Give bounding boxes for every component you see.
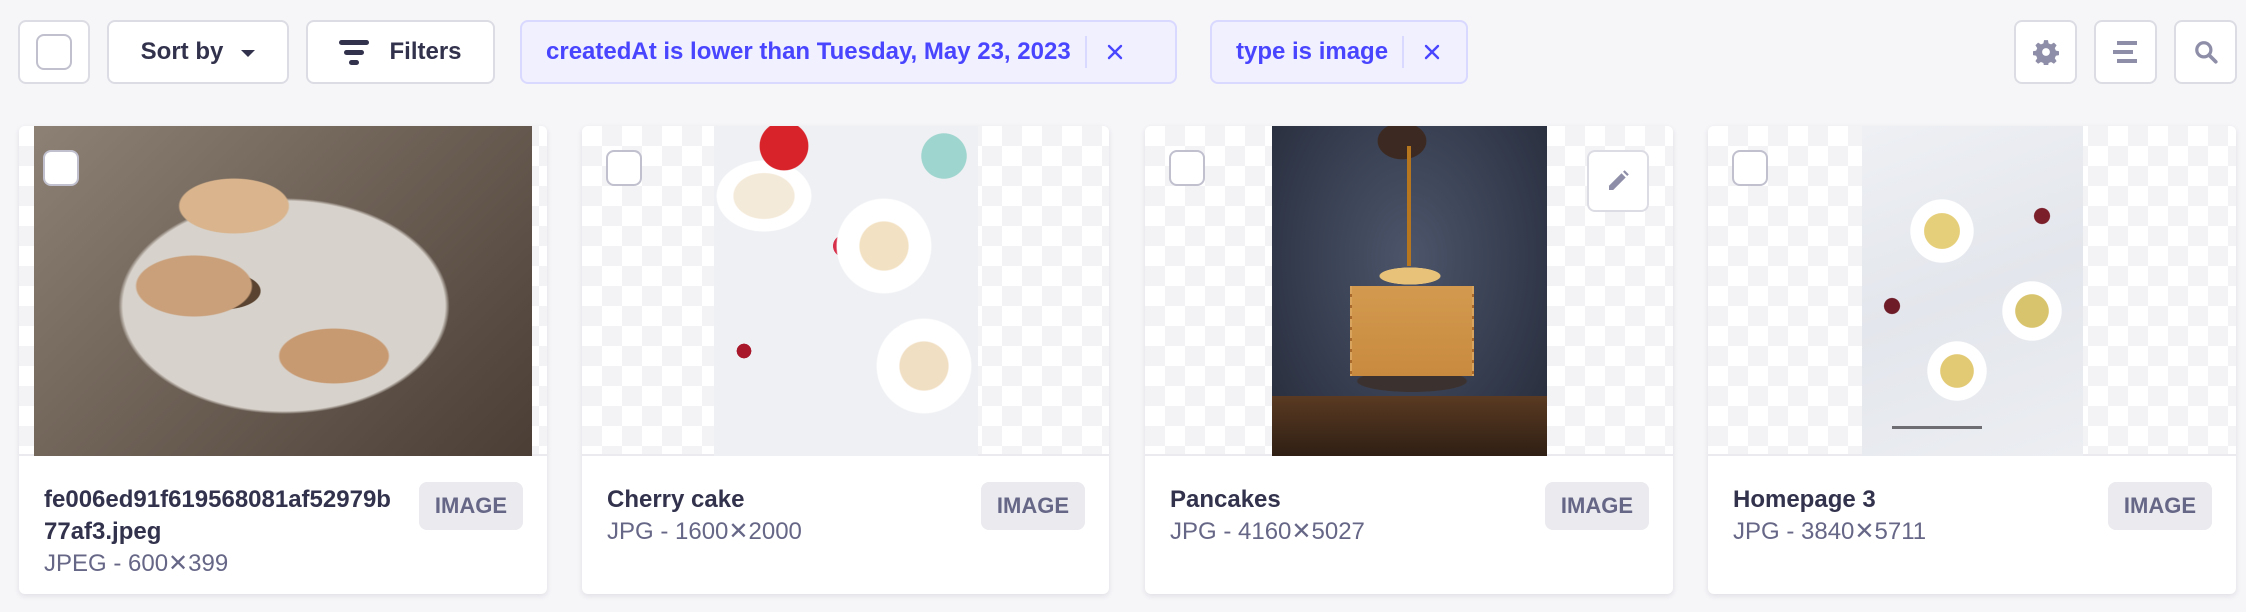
thumbnail-image — [34, 126, 532, 456]
thumbnail-image — [1272, 126, 1547, 456]
asset-checkbox[interactable] — [43, 150, 79, 186]
close-icon — [1107, 44, 1122, 60]
asset-type-badge: IMAGE — [1544, 482, 1649, 530]
filters-button[interactable]: Filters — [306, 20, 495, 84]
pencil-icon — [1609, 170, 1629, 190]
asset-checkbox[interactable] — [1732, 150, 1768, 186]
search-icon — [2194, 41, 2218, 64]
asset-name: fe006ed91f619568081af52979b77af3.jpeg JP… — [44, 484, 404, 580]
select-all-checkbox[interactable] — [36, 34, 72, 70]
asset-type-badge: IMAGE — [980, 482, 1085, 530]
filter-chip-label: createdAt is lower than Tuesday, May 23,… — [546, 38, 1071, 65]
thumbnail-image — [1862, 126, 2083, 456]
asset-info: JPG - 4160✕5027 — [1170, 518, 1365, 545]
filter-chip-label: type is image — [1236, 38, 1389, 65]
asset-info: JPG - 3840✕5711 — [1733, 518, 1927, 545]
asset-type-badge: IMAGE — [418, 482, 523, 530]
search-button[interactable] — [2174, 20, 2237, 84]
remove-filter-button[interactable] — [1087, 44, 1143, 60]
select-all-button[interactable] — [18, 20, 90, 84]
gear-icon — [2032, 40, 2059, 65]
asset-type-badge: IMAGE — [2107, 482, 2212, 530]
asset-meta: fe006ed91f619568081af52979b77af3.jpeg JP… — [19, 456, 547, 594]
filter-icon — [339, 39, 370, 65]
list-view-button[interactable] — [2094, 20, 2157, 84]
filters-label: Filters — [389, 38, 462, 65]
asset-card[interactable]: Pancakes JPG - 4160✕5027 IMAGE — [1145, 126, 1673, 594]
asset-name-text: Cherry cake — [607, 486, 745, 513]
asset-name-text: Homepage 3 — [1733, 486, 1876, 513]
asset-meta: Cherry cake JPG - 1600✕2000 IMAGE — [582, 456, 1109, 594]
asset-thumbnail[interactable] — [1708, 126, 2236, 456]
asset-name: Homepage 3 JPG - 3840✕5711 — [1733, 484, 2093, 548]
asset-info: JPEG - 600✕399 — [44, 550, 229, 577]
asset-card[interactable]: Cherry cake JPG - 1600✕2000 IMAGE — [582, 126, 1109, 594]
sort-by-button[interactable]: Sort by — [107, 20, 289, 84]
list-layout-icon — [2112, 41, 2137, 63]
asset-checkbox[interactable] — [1169, 150, 1205, 186]
close-icon — [1424, 44, 1440, 60]
remove-filter-button[interactable] — [1404, 44, 1460, 60]
asset-checkbox[interactable] — [606, 150, 642, 186]
thumbnail-image — [714, 126, 978, 456]
settings-button[interactable] — [2014, 20, 2077, 84]
asset-thumbnail[interactable] — [19, 126, 547, 456]
asset-card[interactable]: fe006ed91f619568081af52979b77af3.jpeg JP… — [19, 126, 547, 594]
asset-card[interactable]: Homepage 3 JPG - 3840✕5711 IMAGE — [1708, 126, 2236, 594]
filter-chip-type: type is image — [1210, 20, 1468, 84]
asset-name: Pancakes JPG - 4160✕5027 — [1170, 484, 1530, 548]
asset-meta: Pancakes JPG - 4160✕5027 IMAGE — [1145, 456, 1673, 594]
sort-by-label: Sort by — [140, 38, 224, 65]
edit-asset-button[interactable] — [1587, 150, 1649, 212]
asset-name: Cherry cake JPG - 1600✕2000 — [607, 484, 967, 548]
filter-chip-created-at: createdAt is lower than Tuesday, May 23,… — [520, 20, 1177, 84]
caret-down-icon — [241, 50, 256, 57]
asset-name-text: Pancakes — [1170, 486, 1281, 513]
asset-name-text: fe006ed91f619568081af52979b77af3.jpeg — [44, 486, 391, 545]
asset-thumbnail[interactable] — [582, 126, 1109, 456]
asset-meta: Homepage 3 JPG - 3840✕5711 IMAGE — [1708, 456, 2236, 594]
asset-thumbnail[interactable] — [1145, 126, 1673, 456]
asset-info: JPG - 1600✕2000 — [607, 518, 802, 545]
